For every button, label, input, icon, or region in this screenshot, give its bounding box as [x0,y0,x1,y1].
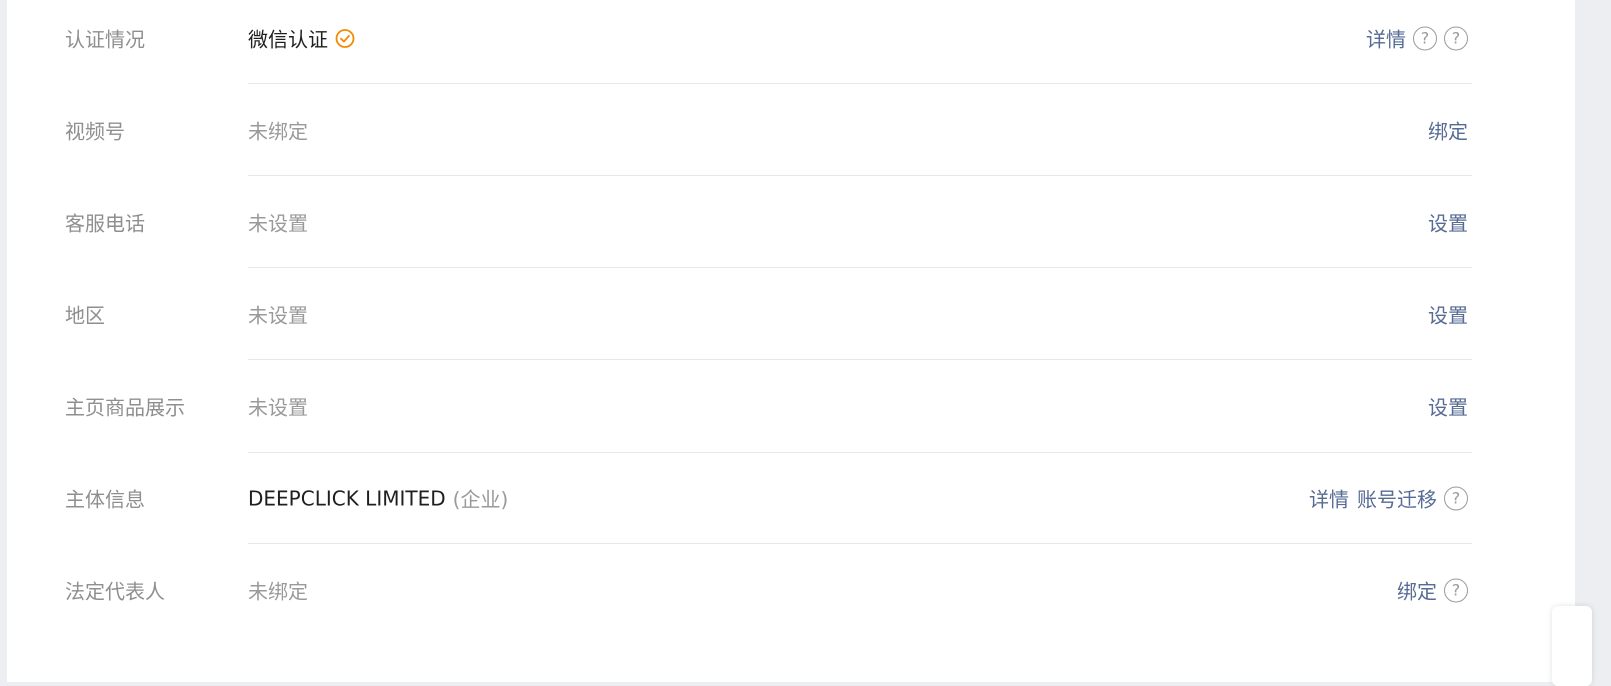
homepage-products-value: 未设置 [248,395,308,420]
region-label: 地区 [65,303,105,328]
entity-info-label: 主体信息 [65,487,145,512]
question-circle-icon[interactable]: ? [1413,26,1437,50]
certification-detail-link[interactable]: 详情 [1366,24,1406,53]
account-info-panel: 认证情况 微信认证 详情 ? ? 视频号 未绑定 绑定 客服电话 未设置 设置 … [7,0,1575,682]
floating-side-card[interactable] [1552,606,1592,686]
question-circle-icon[interactable]: ? [1444,26,1468,50]
legal-representative-actions: 绑定 ? [1397,576,1468,605]
channels-value: 未绑定 [248,119,308,144]
entity-info-value: DEEPCLICK LIMITED (企业) [248,484,508,513]
homepage-products-actions: 设置 [1428,392,1468,421]
region-actions: 设置 [1428,300,1468,329]
question-circle-icon[interactable]: ? [1444,486,1468,510]
certification-value: 微信认证 [248,24,355,53]
service-phone-actions: 设置 [1428,208,1468,237]
certification-actions: 详情 ? ? [1366,24,1468,53]
account-migration-link[interactable]: 账号迁移 [1357,484,1437,513]
entity-name: DEEPCLICK LIMITED [248,486,446,510]
entity-detail-link[interactable]: 详情 [1309,484,1349,513]
row-certification: 认证情况 微信认证 详情 ? ? [7,0,1575,84]
legal-representative-bind-link[interactable]: 绑定 [1397,576,1437,605]
row-entity-info: 主体信息 DEEPCLICK LIMITED (企业) 详情 账号迁移 ? [7,452,1575,544]
check-circle-icon [335,28,355,48]
service-phone-label: 客服电话 [65,211,145,236]
region-value: 未设置 [248,303,308,328]
certification-label: 认证情况 [65,27,145,52]
entity-info-actions: 详情 账号迁移 ? [1309,484,1468,513]
channels-bind-link[interactable]: 绑定 [1428,116,1468,145]
row-region: 地区 未设置 设置 [7,268,1575,360]
legal-representative-label: 法定代表人 [65,579,165,604]
question-circle-icon[interactable]: ? [1444,578,1468,602]
channels-label: 视频号 [65,119,125,144]
service-phone-set-link[interactable]: 设置 [1428,208,1468,237]
homepage-products-set-link[interactable]: 设置 [1428,392,1468,421]
row-homepage-products: 主页商品展示 未设置 设置 [7,360,1575,452]
row-channels: 视频号 未绑定 绑定 [7,84,1575,176]
row-service-phone: 客服电话 未设置 设置 [7,176,1575,268]
region-set-link[interactable]: 设置 [1428,300,1468,329]
certification-value-text: 微信认证 [248,27,328,52]
legal-representative-value: 未绑定 [248,579,308,604]
service-phone-value: 未设置 [248,211,308,236]
row-legal-representative: 法定代表人 未绑定 绑定 ? [7,544,1575,636]
entity-type: (企业) [452,487,509,512]
homepage-products-label: 主页商品展示 [65,395,185,420]
channels-actions: 绑定 [1428,116,1468,145]
